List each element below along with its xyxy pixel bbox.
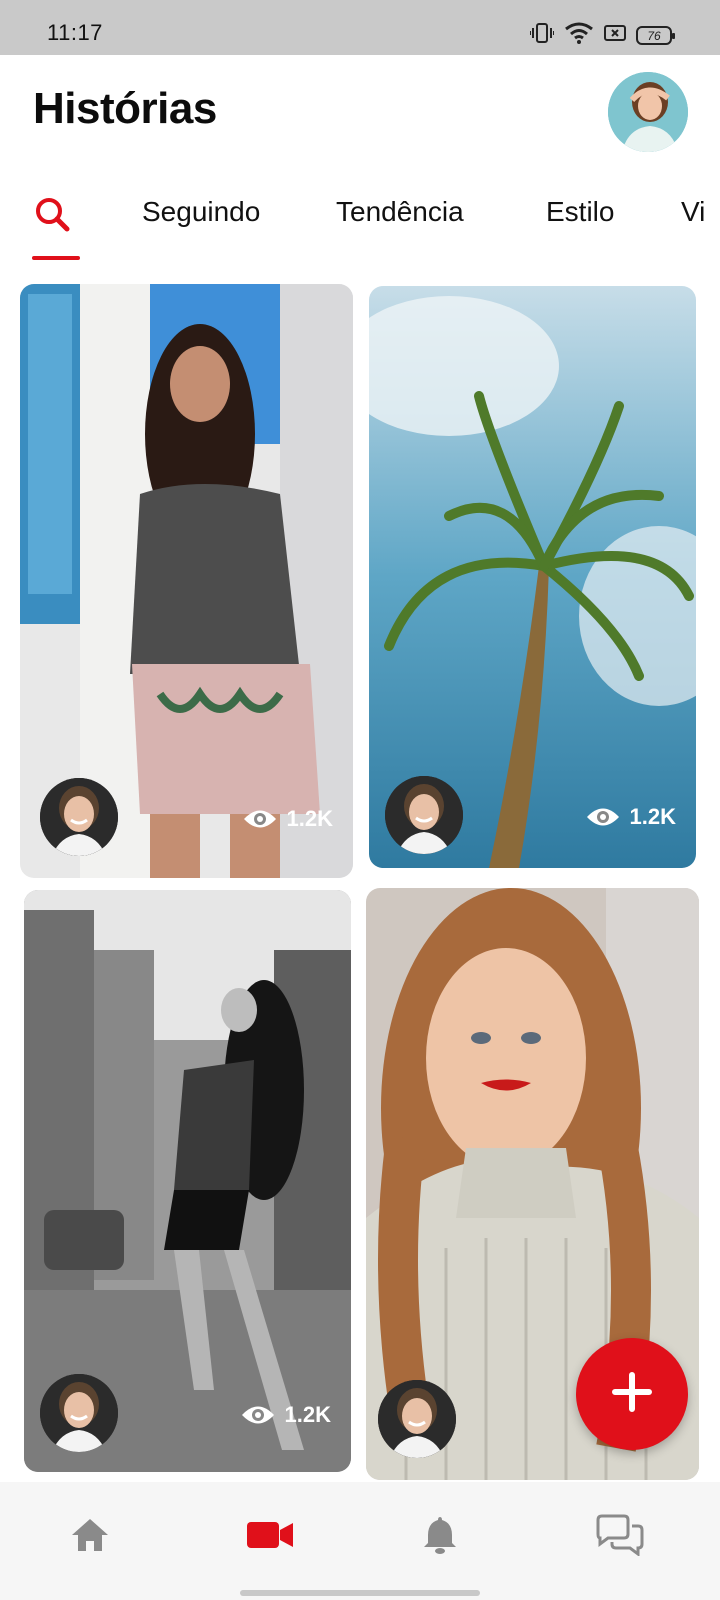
status-time: 11:17 (47, 20, 103, 45)
add-story-button[interactable] (576, 1338, 688, 1450)
author-avatar[interactable] (40, 778, 118, 856)
tab-vi[interactable]: Vi (681, 196, 705, 228)
view-count: 1.2K (241, 1402, 331, 1428)
active-tab-indicator (32, 256, 80, 260)
tab-estilo[interactable]: Estilo (546, 196, 614, 228)
author-avatar[interactable] (40, 1374, 118, 1452)
bottom-navigation (0, 1482, 720, 1600)
eye-icon (243, 808, 277, 830)
search-tab[interactable] (32, 194, 80, 234)
home-icon (70, 1517, 110, 1558)
eye-icon (241, 1404, 275, 1426)
nav-notifications[interactable] (410, 1512, 470, 1562)
story-card[interactable]: 1.2K (369, 286, 696, 868)
battery-icon: 76 (636, 26, 675, 45)
nav-home[interactable] (60, 1512, 120, 1562)
status-icons: 76 (529, 22, 675, 49)
home-indicator[interactable] (240, 1590, 480, 1596)
view-count: 1.2K (586, 804, 676, 830)
story-card[interactable]: 1.2K (20, 284, 353, 878)
search-icon (32, 198, 72, 238)
status-bar: 11:17 76 (0, 0, 720, 55)
view-count-label: 1.2K (629, 804, 676, 829)
story-card[interactable]: 1.2K (24, 890, 351, 1472)
author-avatar[interactable] (385, 776, 463, 854)
chat-bubbles-icon (594, 1514, 646, 1561)
view-count: 1.2K (243, 806, 333, 832)
video-camera-icon (246, 1520, 294, 1555)
plus-icon (612, 1371, 652, 1417)
tab-tendencia[interactable]: Tendência (336, 196, 464, 228)
nav-messages[interactable] (590, 1512, 650, 1562)
author-avatar[interactable] (378, 1380, 456, 1458)
category-tabs: Seguindo Tendência Estilo Vi (0, 180, 720, 260)
vibrate-icon (529, 22, 555, 49)
view-count-label: 1.2K (286, 806, 333, 831)
eye-icon (586, 806, 620, 828)
wifi-icon (564, 22, 594, 49)
profile-avatar[interactable] (608, 72, 688, 152)
view-count-label: 1.2K (284, 1402, 331, 1427)
nav-stories[interactable] (240, 1512, 300, 1562)
sim-off-icon (604, 24, 626, 47)
bell-icon (422, 1515, 458, 1560)
tab-seguindo[interactable]: Seguindo (142, 196, 260, 228)
page-title: Histórias (33, 84, 217, 133)
